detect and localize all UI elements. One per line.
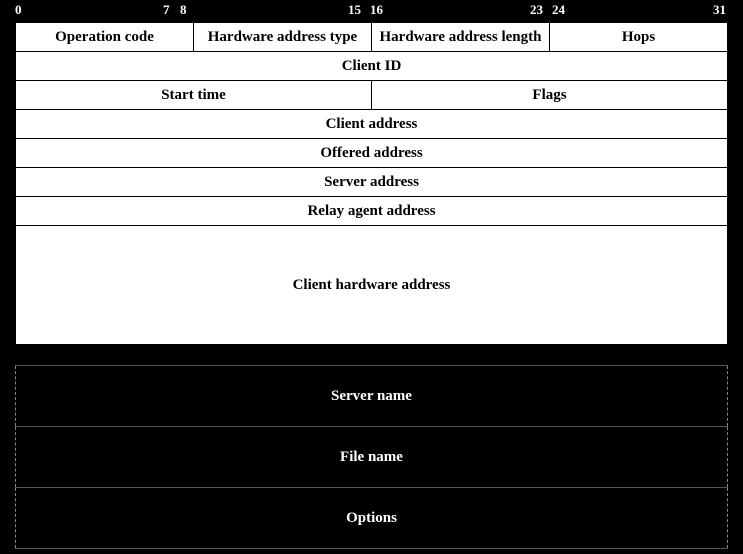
field-sname-label: Server name	[331, 388, 412, 405]
field-giaddr: Relay agent address	[16, 197, 727, 225]
bit-23: 23	[530, 2, 543, 18]
field-options: Options	[15, 487, 728, 549]
field-yiaddr: Offered address	[16, 139, 727, 167]
field-op: Operation code	[16, 23, 194, 51]
bit-ruler: 0 7 8 15 16 23 24 31	[0, 0, 743, 22]
packet-grid: Operation code Hardware address type Har…	[15, 22, 728, 345]
variable-zone: Server name File name Options	[15, 365, 728, 549]
field-secs: Start time	[16, 81, 372, 109]
bit-24: 24	[552, 2, 565, 18]
bit-31: 31	[713, 2, 726, 18]
field-htype: Hardware address type	[194, 23, 372, 51]
field-sname: Server name	[15, 365, 728, 426]
field-chaddr: Client hardware address	[16, 226, 727, 344]
field-hops: Hops	[550, 23, 727, 51]
field-options-label: Options	[346, 510, 397, 527]
field-hlen: Hardware address length	[372, 23, 550, 51]
bit-16: 16	[370, 2, 383, 18]
field-ciaddr: Client address	[16, 110, 727, 138]
field-flags: Flags	[372, 81, 727, 109]
bit-15: 15	[348, 2, 361, 18]
field-siaddr: Server address	[16, 168, 727, 196]
field-file-label: File name	[340, 449, 403, 466]
bit-8: 8	[180, 2, 187, 18]
packet-diagram: 0 7 8 15 16 23 24 31 Operation code Hard…	[0, 0, 743, 554]
field-file: File name	[15, 426, 728, 487]
bit-7: 7	[163, 2, 170, 18]
bit-0: 0	[15, 2, 22, 18]
field-xid: Client ID	[16, 52, 727, 80]
